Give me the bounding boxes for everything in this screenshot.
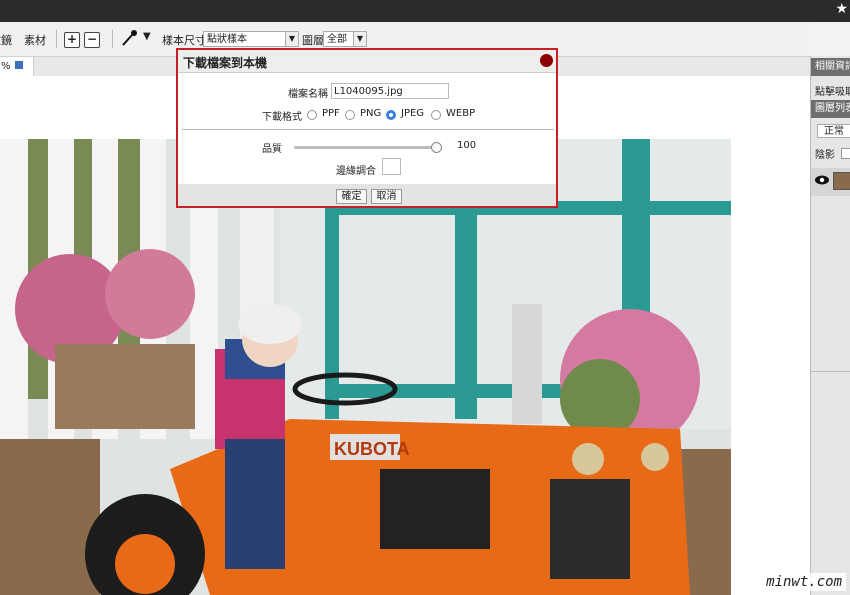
filename-value: L1040095.jpg	[334, 86, 403, 97]
blend-mode-select[interactable]: 正常	[817, 124, 850, 138]
format-radio-png[interactable]	[345, 110, 355, 120]
zoom-out-icon[interactable]: −	[84, 32, 100, 48]
star-icon[interactable]: ★	[835, 1, 848, 17]
dialog-button-bar: 確定 取消	[178, 184, 556, 206]
layer-select[interactable]: 全部 ▼	[323, 31, 367, 47]
document-tab-zoom: %	[1, 61, 11, 72]
dialog-divider	[182, 129, 554, 130]
dialog-titlebar: 下載檔案到本機	[178, 50, 556, 73]
save-icon[interactable]	[14, 61, 23, 69]
quality-label: 品質	[262, 144, 282, 155]
info-header: 相關資訊	[811, 58, 850, 76]
download-dialog: 下載檔案到本機 檔案名稱 L1040095.jpg 下載格式 PPF PNG J…	[176, 48, 558, 208]
svg-text:KUBOTA: KUBOTA	[334, 439, 410, 459]
shadow-checkbox[interactable]	[841, 148, 850, 159]
cancel-button[interactable]: 取消	[371, 189, 402, 204]
panel-divider	[811, 371, 850, 372]
material-menu[interactable]: 素材	[24, 32, 46, 48]
ok-button[interactable]: 確定	[336, 189, 367, 204]
edge-blend-label: 邊緣調合	[336, 166, 376, 177]
eyedropper-icon[interactable]	[120, 29, 140, 50]
top-bar: ★	[0, 0, 850, 22]
filename-field[interactable]: L1040095.jpg	[331, 83, 449, 99]
quality-slider-thumb[interactable]	[431, 142, 442, 153]
shadow-label: 陰影	[815, 150, 835, 161]
right-panel: 相關資訊 點擊吸取 圖層列表 正常 陰影	[810, 56, 850, 595]
format-option-jpeg[interactable]: JPEG	[401, 108, 424, 119]
format-radio-ppf[interactable]	[307, 110, 317, 120]
layer-thumbnail	[833, 172, 850, 190]
sample-size-select[interactable]: 點狀樣本 ▼	[203, 31, 299, 47]
dialog-title: 下載檔案到本機	[183, 56, 268, 70]
chevron-down-icon: ▼	[353, 32, 366, 46]
layer-value: 全部	[327, 34, 347, 45]
sample-size-value: 點狀樣本	[207, 34, 247, 45]
quality-value: 100	[457, 140, 477, 151]
info-text: 點擊吸取	[815, 87, 850, 98]
edge-blend-swatch[interactable]	[382, 158, 401, 175]
format-option-webp[interactable]: WEBP	[446, 108, 475, 119]
format-label: 下載格式	[262, 112, 302, 123]
format-radio-jpeg[interactable]	[386, 110, 396, 120]
close-icon[interactable]	[540, 54, 553, 67]
toolbar-divider	[112, 30, 113, 48]
filter-menu[interactable]: 濾鏡	[0, 32, 12, 48]
watermark: minwt.com	[762, 573, 846, 591]
chevron-down-icon: ▼	[285, 32, 298, 46]
quality-slider[interactable]	[294, 142, 442, 153]
format-radio-webp[interactable]	[431, 110, 441, 120]
eyedropper-dropdown-icon[interactable]: ▼	[143, 31, 151, 42]
document-tab[interactable]: % ×	[0, 57, 34, 91]
eye-icon[interactable]	[814, 173, 830, 190]
filename-label: 檔案名稱	[288, 89, 328, 100]
layer-row[interactable]	[811, 168, 850, 196]
zoom-in-icon[interactable]: +	[64, 32, 80, 48]
layer-label: 圖層	[302, 34, 324, 47]
format-option-ppf[interactable]: PPF	[322, 108, 340, 119]
layers-header: 圖層列表	[811, 100, 850, 118]
toolbar-divider	[56, 30, 57, 48]
sample-size-label: 樣本尺寸	[162, 34, 206, 47]
format-option-png[interactable]: PNG	[360, 108, 381, 119]
blend-mode-value: 正常	[824, 126, 844, 137]
